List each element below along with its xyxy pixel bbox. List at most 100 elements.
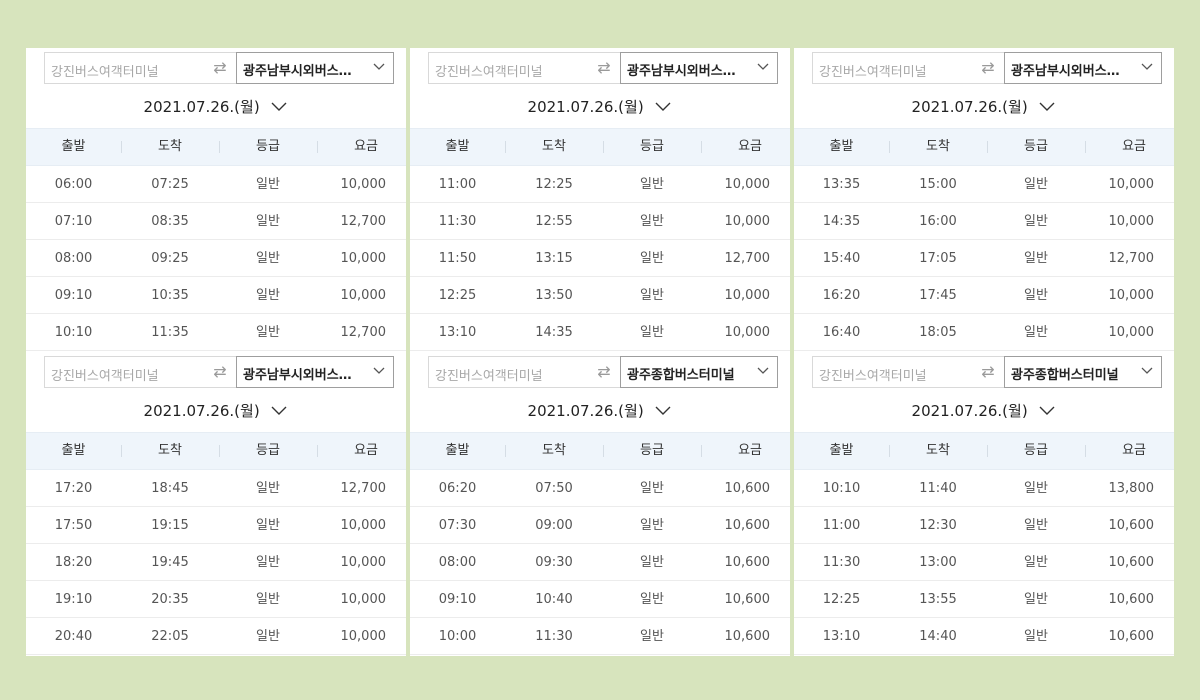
- swap-icon[interactable]: ⇄: [971, 52, 1005, 84]
- table-row[interactable]: 06:20 07:50 일반 10,600: [410, 470, 790, 507]
- arrive-time: 11:40: [919, 481, 957, 496]
- origin-field[interactable]: 강진버스여객터미널: [428, 52, 587, 84]
- header-depart: 출발: [829, 443, 854, 458]
- table-row[interactable]: 16:20 17:45 일반 10,000: [794, 277, 1174, 314]
- table-row[interactable]: 07:30 09:00 일반 10,600: [410, 507, 790, 544]
- table-row[interactable]: 15:40 17:05 일반 12,700: [794, 240, 1174, 277]
- arrive-time: 16:00: [919, 214, 957, 229]
- date-text: 2021.07.26.(월): [143, 98, 260, 116]
- fare-value: 12,700: [1108, 251, 1155, 266]
- depart-time: 07:30: [438, 518, 477, 533]
- arrive-time: 12:55: [535, 214, 573, 229]
- fare-value: 10,600: [724, 518, 771, 533]
- fare-amount: 13,800: [1085, 470, 1174, 507]
- table-row[interactable]: 17:20 18:45 일반 12,700: [26, 470, 406, 507]
- origin-field[interactable]: 강진버스여객터미널: [44, 356, 203, 388]
- table-row[interactable]: 13:35 15:00 일반 10,000: [794, 166, 1174, 203]
- table-row[interactable]: 17:50 19:15 일반 10,000: [26, 507, 406, 544]
- header-fare: 요금: [1085, 129, 1174, 165]
- header-fare: 요금: [701, 129, 790, 165]
- fare-amount: 10,600: [1085, 507, 1174, 544]
- depart-time: 16:40: [822, 325, 861, 340]
- depart-time: 07:10: [54, 214, 93, 229]
- timetable-panel: 강진버스여객터미널 ⇄ 광주종합버스터미널 2021.07.26.(월) 출발 …: [794, 352, 1174, 656]
- table-row[interactable]: 20:40 22:05 일반 10,000: [26, 618, 406, 655]
- date-selector[interactable]: 2021.07.26.(월): [26, 400, 406, 421]
- date-text: 2021.07.26.(월): [911, 402, 1028, 420]
- origin-text: 강진버스여객터미널: [51, 65, 159, 80]
- chevron-down-icon: [1039, 406, 1055, 415]
- swap-icon[interactable]: ⇄: [971, 356, 1005, 388]
- destination-select[interactable]: 광주남부시외버스…: [1004, 52, 1162, 84]
- origin-field[interactable]: 강진버스여객터미널: [812, 356, 971, 388]
- swap-icon[interactable]: ⇄: [587, 356, 621, 388]
- table-row[interactable]: 11:30 12:55 일반 10,000: [410, 203, 790, 240]
- table-row[interactable]: 14:35 16:00 일반 10,000: [794, 203, 1174, 240]
- table-row[interactable]: 11:00 12:25 일반 10,000: [410, 166, 790, 203]
- bus-grade: 일반: [640, 214, 664, 229]
- table-row[interactable]: 10:10 11:40 일반 13,800: [794, 470, 1174, 507]
- table-row[interactable]: 08:00 09:25 일반 10,000: [26, 240, 406, 277]
- date-selector[interactable]: 2021.07.26.(월): [410, 96, 790, 117]
- destination-select[interactable]: 광주남부시외버스…: [620, 52, 778, 84]
- date-selector[interactable]: 2021.07.26.(월): [26, 96, 406, 117]
- fare-amount: 10,000: [317, 544, 406, 581]
- origin-field[interactable]: 강진버스여객터미널: [812, 52, 971, 84]
- table-row[interactable]: 13:10 14:35 일반 10,000: [410, 314, 790, 351]
- table-row[interactable]: 06:00 07:25 일반 10,000: [26, 166, 406, 203]
- table-row[interactable]: 16:40 18:05 일반 10,000: [794, 314, 1174, 351]
- swap-icon[interactable]: ⇄: [203, 52, 237, 84]
- origin-field[interactable]: 강진버스여객터미널: [44, 52, 203, 84]
- arrive-time: 14:40: [919, 629, 957, 644]
- fare-amount: 10,000: [317, 618, 406, 655]
- bus-grade: 일반: [256, 592, 280, 607]
- bus-grade: 일반: [1024, 592, 1048, 607]
- date-text: 2021.07.26.(월): [527, 402, 644, 420]
- date-selector[interactable]: 2021.07.26.(월): [794, 96, 1174, 117]
- table-header: 출발 도착 등급 요금: [794, 128, 1174, 166]
- fare-amount: 12,700: [317, 203, 406, 240]
- table-row[interactable]: 12:25 13:55 일반 10,600: [794, 581, 1174, 618]
- table-header: 출발 도착 등급 요금: [410, 128, 790, 166]
- table-row[interactable]: 13:10 14:40 일반 10,600: [794, 618, 1174, 655]
- table-row[interactable]: 10:00 11:30 일반 10,600: [410, 618, 790, 655]
- table-row[interactable]: 09:10 10:35 일반 10,000: [26, 277, 406, 314]
- bus-grade: 일반: [256, 481, 280, 496]
- depart-time: 11:30: [438, 214, 477, 229]
- header-depart: 출발: [445, 139, 470, 154]
- table-row[interactable]: 11:50 13:15 일반 12,700: [410, 240, 790, 277]
- depart-time: 06:20: [438, 481, 477, 496]
- header-arrive: 도착: [158, 139, 182, 154]
- bus-grade: 일반: [256, 325, 280, 340]
- bus-grade: 일반: [640, 288, 664, 303]
- table-row[interactable]: 18:20 19:45 일반 10,000: [26, 544, 406, 581]
- bus-grade: 일반: [1024, 555, 1048, 570]
- swap-icon[interactable]: ⇄: [203, 356, 237, 388]
- origin-field[interactable]: 강진버스여객터미널: [428, 356, 587, 388]
- header-depart: 출발: [445, 443, 470, 458]
- arrive-time: 08:35: [151, 214, 189, 229]
- bus-grade: 일반: [640, 592, 664, 607]
- swap-icon[interactable]: ⇄: [587, 52, 621, 84]
- destination-select[interactable]: 광주남부시외버스…: [236, 356, 394, 388]
- fare-amount: 10,600: [701, 618, 790, 655]
- date-selector[interactable]: 2021.07.26.(월): [410, 400, 790, 421]
- arrive-time: 12:25: [535, 177, 573, 192]
- destination-select[interactable]: 광주종합버스터미널: [620, 356, 778, 388]
- destination-select[interactable]: 광주남부시외버스…: [236, 52, 394, 84]
- date-selector[interactable]: 2021.07.26.(월): [794, 400, 1174, 421]
- destination-select[interactable]: 광주종합버스터미널: [1004, 356, 1162, 388]
- table-row[interactable]: 19:10 20:35 일반 10,000: [26, 581, 406, 618]
- table-row[interactable]: 08:00 09:30 일반 10,600: [410, 544, 790, 581]
- table-row[interactable]: 07:10 08:35 일반 12,700: [26, 203, 406, 240]
- header-fare: 요금: [701, 433, 790, 469]
- header-fare: 요금: [1085, 433, 1174, 469]
- table-row[interactable]: 11:00 12:30 일반 10,600: [794, 507, 1174, 544]
- table-row[interactable]: 09:10 10:40 일반 10,600: [410, 581, 790, 618]
- table-row[interactable]: 12:25 13:50 일반 10,000: [410, 277, 790, 314]
- fare-value: 10,000: [340, 629, 387, 644]
- arrive-time: 12:30: [919, 518, 957, 533]
- bus-grade: 일반: [1024, 629, 1048, 644]
- table-row[interactable]: 11:30 13:00 일반 10,600: [794, 544, 1174, 581]
- table-row[interactable]: 10:10 11:35 일반 12,700: [26, 314, 406, 351]
